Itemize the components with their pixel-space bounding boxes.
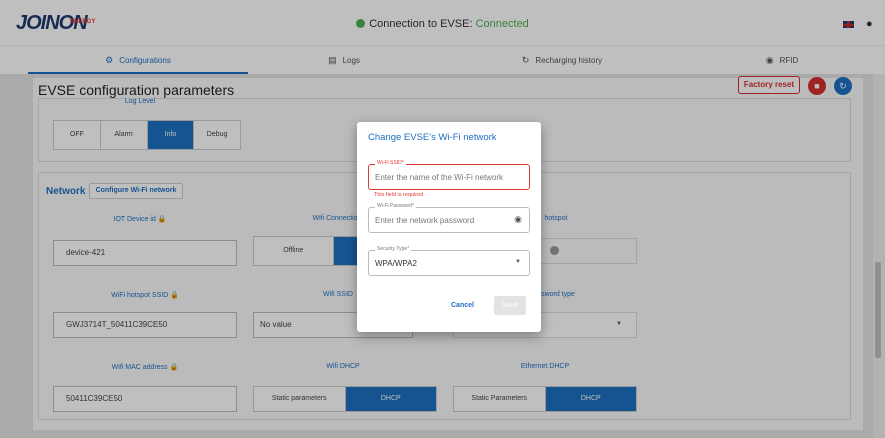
security-type-select[interactable]: Security Type* WPA/WPA2 ▼: [368, 246, 530, 276]
wifi-password-input[interactable]: Wi-Fi Password* Enter the network passwo…: [368, 203, 530, 233]
wifi-ssid-placeholder: Enter the name of the Wi-Fi network: [375, 173, 504, 182]
security-type-label: Security Type*: [375, 246, 412, 252]
save-button[interactable]: Save: [494, 296, 526, 315]
wifi-network-dialog: Change EVSE's Wi-Fi network Wi-Fi SSID* …: [357, 122, 541, 332]
ssid-error-message: This field is required: [374, 192, 424, 198]
chevron-down-icon: ▼: [515, 259, 521, 265]
eye-icon[interactable]: ◉: [514, 214, 522, 225]
wifi-password-placeholder: Enter the network password: [375, 216, 475, 225]
wifi-ssid-input[interactable]: Wi-Fi SSID* Enter the name of the Wi-Fi …: [368, 160, 530, 190]
security-type-value: WPA/WPA2: [375, 259, 417, 268]
dialog-title: Change EVSE's Wi-Fi network: [368, 132, 497, 143]
wifi-password-input-label: Wi-Fi Password*: [375, 203, 416, 209]
wifi-ssid-input-label: Wi-Fi SSID*: [375, 160, 406, 166]
cancel-button[interactable]: Cancel: [451, 302, 474, 309]
